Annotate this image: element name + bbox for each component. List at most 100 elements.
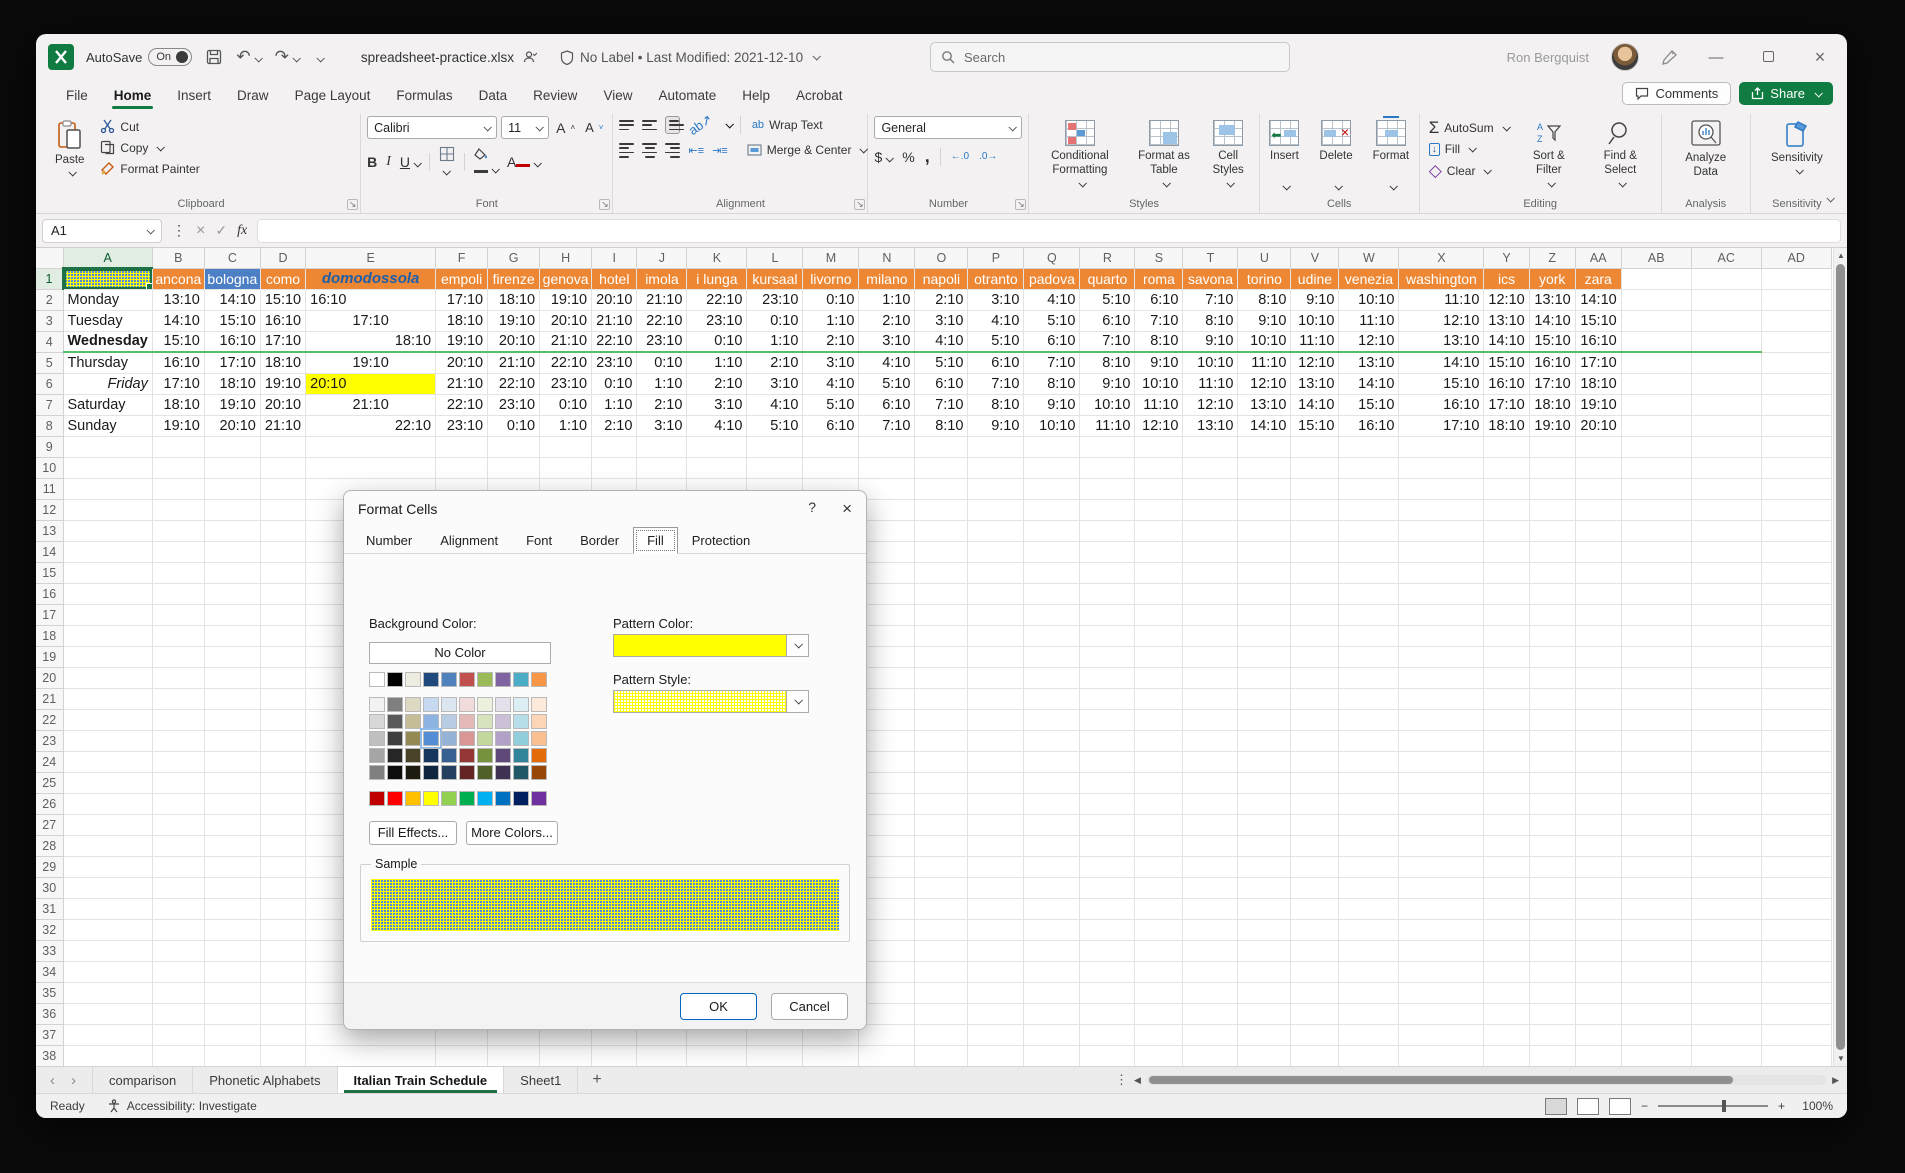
autosum-button[interactable]: ΣAutoSum	[1426, 118, 1512, 137]
cell-Y17[interactable]	[1484, 604, 1529, 625]
cell-Q26[interactable]	[1024, 793, 1080, 814]
cell-Y21[interactable]	[1484, 688, 1529, 709]
cell-U11[interactable]	[1238, 478, 1291, 499]
dialog-help-button[interactable]: ?	[808, 499, 816, 519]
cell-AD8[interactable]	[1761, 415, 1831, 436]
cell-Q29[interactable]	[1024, 856, 1080, 877]
ribbon-tab-data[interactable]: Data	[467, 84, 520, 107]
cell-AA5[interactable]: 17:10	[1575, 352, 1621, 373]
cell-A11[interactable]	[63, 478, 152, 499]
search-input[interactable]: Search	[930, 42, 1290, 72]
cell-N4[interactable]: 3:10	[859, 331, 915, 352]
cell-P25[interactable]	[968, 772, 1024, 793]
cell-K38[interactable]	[687, 1045, 747, 1066]
row-header-11[interactable]: 11	[36, 478, 63, 499]
cell-C37[interactable]	[204, 1024, 260, 1045]
cell-AA7[interactable]: 19:10	[1575, 394, 1621, 415]
cell-F7[interactable]: 22:10	[436, 394, 488, 415]
cell-T16[interactable]	[1183, 583, 1238, 604]
cell-Q38[interactable]	[1024, 1045, 1080, 1066]
cell-S5[interactable]: 9:10	[1135, 352, 1183, 373]
accessibility-status[interactable]: Accessibility: Investigate	[107, 1099, 257, 1113]
color-swatch-7F7F7F[interactable]	[387, 697, 403, 712]
cell-D4[interactable]: 17:10	[260, 331, 305, 352]
cell-V21[interactable]	[1291, 688, 1339, 709]
cell-I3[interactable]: 21:10	[592, 310, 637, 331]
color-swatch-1D1B10[interactable]	[405, 765, 421, 780]
cell-U38[interactable]	[1238, 1045, 1291, 1066]
color-swatch-0F243E[interactable]	[423, 765, 439, 780]
cell-Q35[interactable]	[1024, 982, 1080, 1003]
color-swatch-E5E0EC[interactable]	[495, 697, 511, 712]
cell-V13[interactable]	[1291, 520, 1339, 541]
cell-O38[interactable]	[915, 1045, 968, 1066]
cell-P23[interactable]	[968, 730, 1024, 751]
sheet-nav-right-icon[interactable]: ›	[71, 1072, 76, 1089]
cell-AD20[interactable]	[1761, 667, 1831, 688]
cell-I9[interactable]	[592, 436, 637, 457]
cell-B16[interactable]	[152, 583, 204, 604]
color-swatch-95B3D7[interactable]	[441, 731, 457, 746]
cell-W19[interactable]	[1339, 646, 1399, 667]
cell-AC8[interactable]	[1691, 415, 1761, 436]
cell-T8[interactable]: 13:10	[1183, 415, 1238, 436]
cell-X17[interactable]	[1399, 604, 1484, 625]
cell-U5[interactable]: 11:10	[1238, 352, 1291, 373]
cell-X10[interactable]	[1399, 457, 1484, 478]
cell-W26[interactable]	[1339, 793, 1399, 814]
color-swatch-B7DDE8[interactable]	[513, 714, 529, 729]
cell-D28[interactable]	[260, 835, 305, 856]
cell-W15[interactable]	[1339, 562, 1399, 583]
row-header-29[interactable]: 29	[36, 856, 63, 877]
cell-D21[interactable]	[260, 688, 305, 709]
cell-P22[interactable]	[968, 709, 1024, 730]
color-swatch-366092[interactable]	[441, 748, 457, 763]
cell-AC36[interactable]	[1691, 1003, 1761, 1024]
color-swatch-FFC000[interactable]	[405, 791, 421, 806]
cell-S26[interactable]	[1135, 793, 1183, 814]
cell-Z34[interactable]	[1529, 961, 1575, 982]
cell-Y2[interactable]: 12:10	[1484, 289, 1529, 310]
cell-V10[interactable]	[1291, 457, 1339, 478]
cell-D25[interactable]	[260, 772, 305, 793]
row-header-38[interactable]: 38	[36, 1045, 63, 1066]
cell-A14[interactable]	[63, 541, 152, 562]
cell-T19[interactable]	[1183, 646, 1238, 667]
cell-X1[interactable]: washington	[1399, 268, 1484, 289]
cell-W12[interactable]	[1339, 499, 1399, 520]
cell-I6[interactable]: 0:10	[592, 373, 637, 394]
cell-R6[interactable]: 9:10	[1080, 373, 1135, 394]
cell-P2[interactable]: 3:10	[968, 289, 1024, 310]
cell-AA9[interactable]	[1575, 436, 1621, 457]
color-swatch-3F3F3F[interactable]	[387, 731, 403, 746]
cell-V28[interactable]	[1291, 835, 1339, 856]
cell-U3[interactable]: 9:10	[1238, 310, 1291, 331]
cell-Q15[interactable]	[1024, 562, 1080, 583]
cell-AC1[interactable]	[1691, 268, 1761, 289]
cell-AA21[interactable]	[1575, 688, 1621, 709]
cell-S37[interactable]	[1135, 1024, 1183, 1045]
cell-AA28[interactable]	[1575, 835, 1621, 856]
color-swatch-CCC0D9[interactable]	[495, 714, 511, 729]
cell-Q17[interactable]	[1024, 604, 1080, 625]
col-header-U[interactable]: U	[1238, 248, 1291, 268]
cell-O16[interactable]	[915, 583, 968, 604]
color-swatch-632423[interactable]	[459, 765, 475, 780]
cell-V19[interactable]	[1291, 646, 1339, 667]
cell-X9[interactable]	[1399, 436, 1484, 457]
cell-X26[interactable]	[1399, 793, 1484, 814]
color-swatch-F2DCDB[interactable]	[459, 697, 475, 712]
cell-AD10[interactable]	[1761, 457, 1831, 478]
cell-S17[interactable]	[1135, 604, 1183, 625]
analyze-data-button[interactable]: Analyze Data	[1668, 116, 1744, 184]
cell-AD16[interactable]	[1761, 583, 1831, 604]
cell-Z28[interactable]	[1529, 835, 1575, 856]
cell-O14[interactable]	[915, 541, 968, 562]
cell-AB18[interactable]	[1621, 625, 1691, 646]
cell-AA11[interactable]	[1575, 478, 1621, 499]
cell-Z29[interactable]	[1529, 856, 1575, 877]
cell-AD29[interactable]	[1761, 856, 1831, 877]
pattern-style-dropdown[interactable]	[613, 690, 809, 713]
decrease-decimal-button[interactable]: .0→	[979, 151, 997, 162]
cell-A37[interactable]	[63, 1024, 152, 1045]
